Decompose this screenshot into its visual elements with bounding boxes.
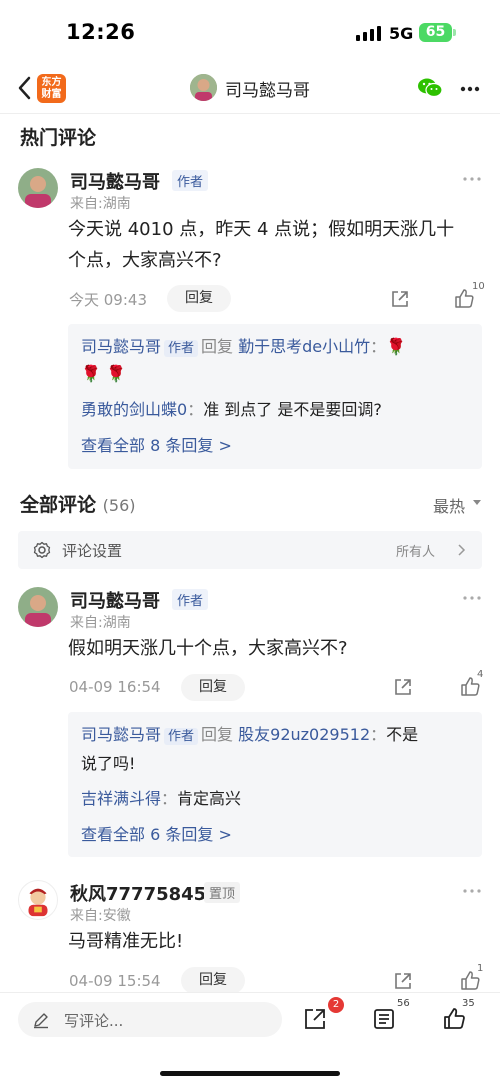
write-comment-placeholder: 写评论...: [64, 1012, 124, 1030]
comment-timestamp: 04-09 16:54: [69, 678, 161, 696]
like-count: 4: [477, 669, 484, 680]
thumbs-up-icon[interactable]: [442, 1006, 466, 1030]
author-badge: 作者: [172, 170, 209, 191]
more-icon[interactable]: [460, 86, 480, 92]
comment-timestamp: 今天 09:43: [69, 291, 147, 309]
avatar[interactable]: [18, 880, 58, 920]
reply-button[interactable]: 回复: [167, 285, 231, 312]
signal-icon: [356, 26, 381, 41]
more-dots-icon[interactable]: [463, 889, 481, 893]
reply-item[interactable]: 吉祥满斗得：肯定高兴: [81, 787, 241, 811]
gear-icon: [33, 541, 51, 559]
settings-value: 所有人: [396, 545, 436, 560]
reply-item-continued: 说了吗!: [81, 754, 136, 773]
reply-item[interactable]: 司马懿马哥 作者 回复 勤于思考de小山竹：🌹: [81, 335, 406, 361]
comment-username[interactable]: 司马懿马哥: [70, 168, 160, 194]
sort-dropdown[interactable]: 最热: [433, 493, 465, 517]
comment-location: 来自:湖南: [70, 615, 131, 631]
like-count: 1: [477, 963, 484, 974]
status-time: 12:26: [66, 20, 136, 44]
comment-text-line1: 今天说 4010 点，昨天 4 点说；假如明天涨几十: [68, 219, 455, 240]
pinned-badge: 置顶: [204, 882, 241, 903]
chevron-right-icon: [458, 544, 466, 556]
home-indicator: [160, 1071, 340, 1076]
share-icon[interactable]: [303, 1007, 327, 1031]
reply-item-continued: 🌹 🌹: [81, 364, 126, 383]
comment-username[interactable]: 司马懿马哥: [70, 587, 160, 613]
comment-list-icon[interactable]: [372, 1007, 396, 1031]
comment-timestamp: 04-09 15:54: [69, 972, 161, 990]
comment-location: 来自:湖南: [70, 196, 131, 212]
comment-text: 马哥精准无比!: [68, 931, 184, 952]
view-all-replies-link[interactable]: 查看全部 8 条回复 >: [81, 432, 232, 456]
back-arrow-icon[interactable]: [14, 74, 36, 102]
share-icon[interactable]: [390, 289, 410, 309]
reply-box: 司马懿马哥 作者 回复 勤于思考de小山竹：🌹 🌹 🌹 勇敢的剑山蝶0：准 到点了 …: [68, 324, 482, 469]
like-count: 35: [462, 998, 475, 1009]
reply-button[interactable]: 回复: [181, 674, 245, 701]
share-icon[interactable]: [393, 677, 413, 697]
network-label: 5G: [389, 24, 414, 43]
comment-text: 假如明天涨几十个点，大家高兴不?: [68, 638, 348, 659]
more-dots-icon[interactable]: [463, 177, 481, 181]
avatar[interactable]: [18, 587, 58, 627]
battery-icon: 65: [419, 23, 452, 42]
settings-label: 评论设置: [62, 542, 123, 560]
reply-button[interactable]: 回复: [181, 967, 245, 994]
comment-settings-row[interactable]: 评论设置 所有人: [18, 531, 482, 569]
share-badge: 2: [328, 997, 344, 1013]
brand-logo[interactable]: 东方 财富: [37, 74, 66, 103]
battery-tip: [453, 29, 456, 36]
page-title: 司马懿马哥: [225, 81, 310, 101]
comment-username[interactable]: 秋风77775845: [70, 880, 206, 906]
bottom-bar: 写评论... 2 56 35: [0, 992, 500, 1084]
reply-box: 司马懿马哥 作者 回复 股友92uz029512：不是 说了吗! 吉祥满斗得：肯定高…: [68, 712, 482, 857]
avatar[interactable]: [190, 74, 217, 101]
reply-item[interactable]: 勇敢的剑山蝶0：准 到点了 是不是要回调?: [81, 398, 382, 422]
more-dots-icon[interactable]: [463, 596, 481, 600]
comment-text-line2: 个点，大家高兴不?: [68, 250, 222, 271]
all-section-title: 全部评论 (56): [20, 494, 136, 516]
hot-section-title: 热门评论: [20, 127, 97, 149]
write-comment-input[interactable]: 写评论...: [18, 1002, 282, 1037]
author-badge: 作者: [172, 589, 209, 610]
status-bar: 12:26 5G 65: [0, 0, 500, 62]
wechat-icon[interactable]: [417, 76, 443, 100]
view-all-replies-link[interactable]: 查看全部 6 条回复 >: [81, 821, 232, 845]
reply-item[interactable]: 司马懿马哥 作者 回复 股友92uz029512：不是: [81, 723, 418, 749]
nav-bar: 东方 财富 司马懿马哥: [0, 62, 500, 114]
share-icon[interactable]: [393, 971, 413, 991]
like-count: 10: [472, 281, 485, 292]
comment-location: 来自:安徽: [70, 908, 131, 924]
pen-icon: [34, 1013, 48, 1029]
comment-count: 56: [397, 998, 410, 1009]
caret-down-icon[interactable]: [473, 500, 481, 505]
avatar[interactable]: [18, 168, 58, 208]
